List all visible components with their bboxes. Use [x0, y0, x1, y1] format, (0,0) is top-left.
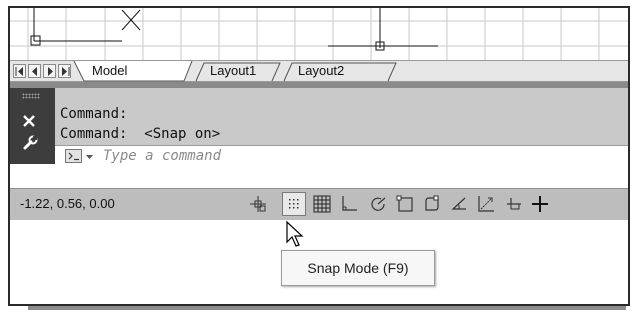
- next-tab-icon[interactable]: [43, 64, 56, 78]
- polar-tracking-icon: [371, 197, 386, 211]
- ucs-icon: [30, 8, 141, 46]
- crosshair-cursor: [328, 8, 438, 51]
- dynamic-input-button[interactable]: [474, 192, 498, 216]
- dynamic-ucs-button[interactable]: [447, 192, 471, 216]
- tab-model[interactable]: Model: [92, 62, 127, 80]
- dynamic-input-icon: [478, 196, 494, 212]
- grip-handle-icon[interactable]: [22, 93, 40, 99]
- command-window-sidebar: [10, 88, 55, 164]
- model-space-button[interactable]: [246, 192, 270, 216]
- angle-icon: [451, 197, 466, 210]
- cursor-arrow-icon: [286, 220, 304, 247]
- ortho-icon: [342, 196, 357, 211]
- add-crosshair-button[interactable]: [528, 192, 552, 216]
- grid-svg: [10, 8, 628, 60]
- close-icon[interactable]: [23, 115, 35, 127]
- history-line: Command:: [60, 106, 128, 122]
- snap-grid-dots-icon: [289, 199, 299, 209]
- command-history: Command: Command: <Snap on>: [60, 104, 220, 144]
- snap-mode-tooltip: Snap Mode (F9): [281, 250, 435, 286]
- history-line: Command: <Snap on>: [60, 126, 221, 142]
- chevron-down-icon[interactable]: [86, 155, 94, 160]
- object-snap-tracking-icon: [425, 195, 439, 211]
- lineweight-icon: [507, 198, 521, 210]
- plus-icon: [532, 196, 548, 212]
- snap-mode-button[interactable]: [282, 192, 306, 216]
- object-snap-tracking-button[interactable]: [420, 192, 444, 216]
- first-tab-icon[interactable]: [13, 64, 26, 78]
- polar-tracking-button[interactable]: [366, 192, 390, 216]
- status-bar: -1.22, 0.56, 0.00: [10, 188, 628, 220]
- object-snap-button[interactable]: [393, 192, 417, 216]
- model-space-icon: [250, 196, 266, 212]
- lineweight-button[interactable]: [502, 192, 526, 216]
- drawing-canvas[interactable]: [10, 8, 628, 60]
- command-window: Command: Command: <Snap on> Type a comman…: [10, 88, 628, 168]
- object-snap-icon: [396, 195, 413, 212]
- last-tab-icon[interactable]: [58, 64, 71, 78]
- layout-tabs-bar: Model Layout1 Layout2: [10, 60, 628, 82]
- wrench-icon[interactable]: [22, 135, 38, 151]
- coordinate-readout: -1.22, 0.56, 0.00: [20, 196, 115, 211]
- grid-display-button[interactable]: [310, 192, 334, 216]
- tab-layout2[interactable]: Layout2: [298, 62, 344, 80]
- prompt-icon[interactable]: [65, 149, 82, 163]
- command-input[interactable]: Type a command: [103, 148, 221, 164]
- grid-icon: [313, 195, 331, 213]
- ortho-mode-button[interactable]: [337, 192, 361, 216]
- command-line[interactable]: Type a command: [55, 145, 628, 168]
- tab-layout1[interactable]: Layout1: [210, 62, 256, 80]
- previous-tab-icon[interactable]: [28, 64, 41, 78]
